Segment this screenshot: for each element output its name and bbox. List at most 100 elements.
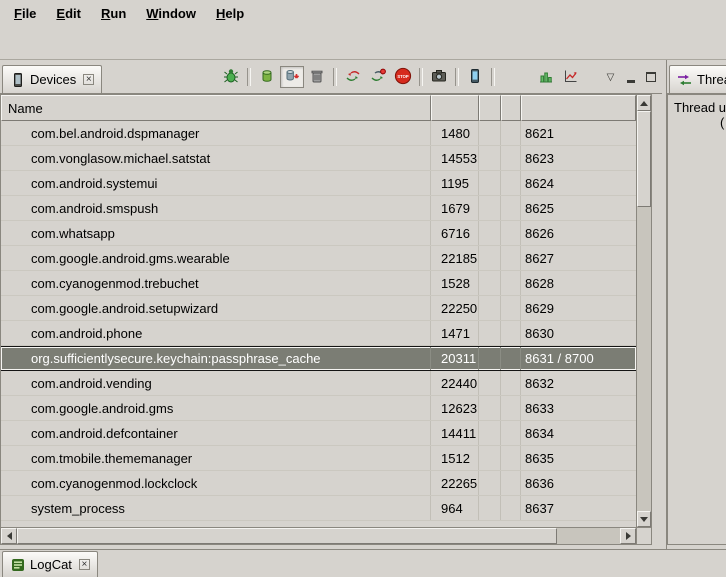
process-name-cell: com.bel.android.dspmanager [1, 121, 431, 145]
menu-file[interactable]: File [4, 2, 46, 24]
pid-cell: 22250 [431, 296, 479, 320]
empty-cell [501, 171, 521, 195]
column-header-4[interactable] [501, 95, 521, 121]
pid-cell: 22440 [431, 371, 479, 395]
pid-cell: 6716 [431, 221, 479, 245]
menubar: File Edit Run Window Help [0, 0, 726, 26]
table-row[interactable]: com.vonglasow.michael.satstat 14553 8623 [1, 146, 636, 171]
horizontal-scrollbar[interactable] [1, 527, 636, 544]
menu-help[interactable]: Help [206, 2, 254, 24]
table-row[interactable]: com.cyanogenmod.lockclock 22265 8636 [1, 471, 636, 496]
pid-cell: 1512 [431, 446, 479, 470]
debug-button[interactable] [219, 66, 243, 88]
pid-cell: 1471 [431, 321, 479, 345]
process-name-cell: com.android.defcontainer [1, 421, 431, 445]
process-name-cell: com.cyanogenmod.trebuchet [1, 271, 431, 295]
empty-cell [501, 347, 521, 370]
table-row[interactable]: com.android.systemui 1195 8624 [1, 171, 636, 196]
allocation-tracker-button[interactable] [559, 66, 583, 88]
table-row[interactable]: com.tmobile.thememanager 1512 8635 [1, 446, 636, 471]
update-threads-button[interactable] [341, 66, 365, 88]
pid-cell: 22265 [431, 471, 479, 495]
heap-tracker-button[interactable] [534, 66, 558, 88]
view-menu-button[interactable]: ▽ [601, 68, 620, 86]
process-name-cell: com.android.systemui [1, 171, 431, 195]
stop-label: STOP [397, 73, 409, 78]
maximize-button[interactable] [641, 68, 660, 86]
devices-toolbar: STOP [219, 66, 660, 88]
threads-message: Thread up ( [667, 94, 726, 545]
tab-threads[interactable]: Threads × [669, 65, 726, 93]
column-header-port[interactable] [521, 95, 636, 121]
table-row[interactable]: com.cyanogenmod.trebuchet 1528 8628 [1, 271, 636, 296]
table-row[interactable]: system_process 964 8637 [1, 496, 636, 521]
empty-cell [479, 296, 501, 320]
stop-process-button[interactable]: STOP [391, 66, 415, 88]
tab-logcat-label: LogCat [30, 557, 72, 572]
menu-edit[interactable]: Edit [46, 2, 91, 24]
empty-cell [501, 121, 521, 145]
table-row[interactable]: com.whatsapp 6716 8626 [1, 221, 636, 246]
menu-window[interactable]: Window [136, 2, 206, 24]
scroll-right-button[interactable] [620, 528, 636, 544]
minimize-button[interactable] [621, 68, 640, 86]
process-name-cell: com.google.android.gms [1, 396, 431, 420]
empty-cell [501, 271, 521, 295]
update-threads-icon [345, 68, 361, 87]
empty-cell [479, 496, 501, 520]
horizontal-scroll-thumb[interactable] [17, 528, 557, 544]
empty-cell [501, 196, 521, 220]
empty-cell [501, 321, 521, 345]
pid-cell: 14411 [431, 421, 479, 445]
column-header-name[interactable]: Name [1, 95, 431, 121]
table-row[interactable]: com.google.android.setupwizard 22250 862… [1, 296, 636, 321]
method-profiling-button[interactable] [366, 66, 390, 88]
devices-tabstrip: Devices × [0, 60, 662, 94]
dump-hprof-button[interactable] [280, 66, 304, 88]
pid-cell: 12623 [431, 396, 479, 420]
scroll-left-button[interactable] [1, 528, 17, 544]
close-icon[interactable]: × [83, 74, 94, 85]
threads-message-line1: Thread up [674, 100, 726, 115]
column-header-pid[interactable] [431, 95, 479, 121]
device-report-button[interactable] [463, 66, 487, 88]
screen-capture-button[interactable] [427, 66, 451, 88]
pid-cell: 14553 [431, 146, 479, 170]
toolbar-separator [455, 68, 459, 86]
empty-cell [501, 446, 521, 470]
workbench-area: Devices × [0, 60, 726, 549]
tab-devices[interactable]: Devices × [2, 65, 102, 93]
empty-cell [479, 196, 501, 220]
scroll-up-button[interactable] [637, 95, 651, 111]
update-heap-button[interactable] [255, 66, 279, 88]
toolbar-separator [333, 68, 337, 86]
process-name-cell: com.google.android.gms.wearable [1, 246, 431, 270]
tab-devices-label: Devices [30, 72, 76, 87]
tab-logcat[interactable]: LogCat × [2, 551, 98, 577]
vertical-scroll-thumb[interactable] [637, 111, 651, 207]
port-cell: 8623 [521, 146, 636, 170]
empty-cell [501, 421, 521, 445]
logcat-icon [10, 557, 25, 572]
table-row[interactable]: com.google.android.gms 12623 8633 [1, 396, 636, 421]
update-heap-icon [259, 68, 275, 87]
menu-run[interactable]: Run [91, 2, 136, 24]
table-row[interactable]: org.sufficientlysecure.keychain:passphra… [1, 346, 636, 371]
close-icon[interactable]: × [79, 559, 90, 570]
table-row[interactable]: com.android.defcontainer 14411 8634 [1, 421, 636, 446]
port-cell: 8626 [521, 221, 636, 245]
column-header-3[interactable] [479, 95, 501, 121]
port-cell: 8628 [521, 271, 636, 295]
port-cell: 8630 [521, 321, 636, 345]
table-row[interactable]: com.android.smspush 1679 8625 [1, 196, 636, 221]
cause-gc-button[interactable] [305, 66, 329, 88]
empty-cell [479, 471, 501, 495]
table-row[interactable]: com.google.android.gms.wearable 22185 86… [1, 246, 636, 271]
table-row[interactable]: com.bel.android.dspmanager 1480 8621 [1, 121, 636, 146]
scroll-down-button[interactable] [637, 511, 651, 527]
vertical-scrollbar[interactable] [636, 95, 651, 527]
table-row[interactable]: com.android.vending 22440 8632 [1, 371, 636, 396]
port-cell: 8634 [521, 421, 636, 445]
table-row[interactable]: com.android.phone 1471 8630 [1, 321, 636, 346]
empty-cell [501, 246, 521, 270]
